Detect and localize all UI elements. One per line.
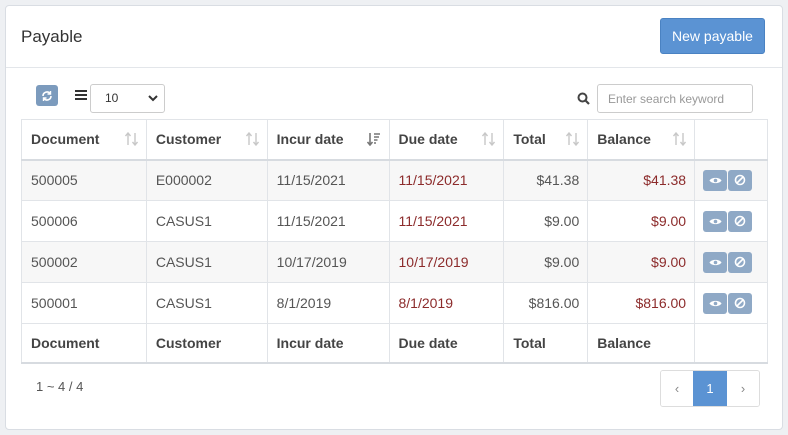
sort-icon <box>566 132 580 146</box>
refresh-icon <box>42 90 52 101</box>
table-row: 500005 E000002 11/15/2021 11/15/2021 $41… <box>21 159 768 201</box>
payable-panel: Payable New payable 10 Document Customer… <box>5 5 783 430</box>
table-row: 500002 CASUS1 10/17/2019 10/17/2019 $9.0… <box>21 241 768 283</box>
view-button[interactable] <box>703 251 728 273</box>
cell-customer: CASUS1 <box>145 241 268 283</box>
eye-icon <box>709 259 722 265</box>
cell-document: 500005 <box>21 159 147 201</box>
cell-due-date: 11/15/2021 <box>388 159 505 201</box>
page-button-1[interactable]: 1 <box>693 371 727 406</box>
column-header-total[interactable]: Total <box>503 119 589 161</box>
footer-customer: Customer <box>145 323 268 364</box>
list-icon <box>75 90 87 100</box>
cell-incur-date: 11/15/2021 <box>266 159 390 201</box>
refresh-button[interactable] <box>36 85 58 106</box>
cell-document: 500001 <box>21 282 147 324</box>
cell-customer: E000002 <box>145 159 268 201</box>
cell-due-date: 11/15/2021 <box>388 200 505 242</box>
page-size-select[interactable]: 10 <box>90 84 165 113</box>
sort-icon <box>482 132 496 146</box>
column-header-document[interactable]: Document <box>21 119 147 161</box>
footer-total: Total <box>503 323 589 364</box>
cell-customer: CASUS1 <box>145 282 268 324</box>
page-size-value: 10 <box>105 91 119 105</box>
column-header-actions <box>694 119 768 161</box>
search-icon <box>577 92 590 105</box>
cell-actions <box>694 159 768 201</box>
cell-incur-date: 10/17/2019 <box>266 241 390 283</box>
cancel-button[interactable] <box>728 251 753 273</box>
cell-balance: $41.38 <box>587 159 696 201</box>
cancel-button[interactable] <box>728 292 753 314</box>
sort-icon <box>124 132 138 146</box>
payable-table: Document Customer Incur date Due date To… <box>21 119 768 364</box>
new-payable-button[interactable]: New payable <box>660 18 765 54</box>
chevron-down-icon <box>148 95 158 102</box>
pagination: ‹ 1 › <box>660 370 760 407</box>
column-header-customer[interactable]: Customer <box>145 119 268 161</box>
ban-icon <box>734 174 746 186</box>
cell-total: $816.00 <box>503 282 589 324</box>
view-button[interactable] <box>703 210 728 232</box>
cell-document: 500002 <box>21 241 147 283</box>
ban-icon <box>734 215 746 227</box>
table-toolbar: 10 <box>6 68 782 118</box>
footer-incur-date: Incur date <box>266 323 390 364</box>
view-button[interactable] <box>703 169 728 191</box>
cell-customer: CASUS1 <box>145 200 268 242</box>
cell-due-date: 8/1/2019 <box>388 282 505 324</box>
cell-total: $41.38 <box>503 159 589 201</box>
footer-balance: Balance <box>587 323 696 364</box>
sort-desc-icon <box>366 133 380 146</box>
view-button[interactable] <box>703 292 728 314</box>
cell-total: $9.00 <box>503 200 589 242</box>
table-header-row: Document Customer Incur date Due date To… <box>21 119 768 161</box>
next-page-button[interactable]: › <box>727 371 759 406</box>
footer-due-date: Due date <box>388 323 505 364</box>
cell-actions <box>694 282 768 324</box>
cell-incur-date: 11/15/2021 <box>266 200 390 242</box>
cell-balance: $9.00 <box>587 200 696 242</box>
cell-balance: $9.00 <box>587 241 696 283</box>
ban-icon <box>734 297 746 309</box>
search-input[interactable] <box>597 84 753 113</box>
record-count: 1 ~ 4 / 4 <box>36 379 84 394</box>
footer-document: Document <box>21 323 147 364</box>
cell-actions <box>694 241 768 283</box>
column-header-incur-date[interactable]: Incur date <box>266 119 390 161</box>
cancel-button[interactable] <box>728 169 753 191</box>
eye-icon <box>709 177 722 183</box>
cell-document: 500006 <box>21 200 147 242</box>
column-header-due-date[interactable]: Due date <box>388 119 505 161</box>
prev-page-button[interactable]: ‹ <box>661 371 693 406</box>
table-row: 500006 CASUS1 11/15/2021 11/15/2021 $9.0… <box>21 200 768 242</box>
column-header-balance[interactable]: Balance <box>587 119 696 161</box>
cell-incur-date: 8/1/2019 <box>266 282 390 324</box>
table-footer-row: Document Customer Incur date Due date To… <box>21 323 768 364</box>
eye-icon <box>709 300 722 306</box>
table-row: 500001 CASUS1 8/1/2019 8/1/2019 $816.00 … <box>21 282 768 324</box>
footer-actions <box>694 323 768 364</box>
cell-balance: $816.00 <box>587 282 696 324</box>
panel-header: Payable New payable <box>6 6 782 68</box>
cell-due-date: 10/17/2019 <box>388 241 505 283</box>
ban-icon <box>734 256 746 268</box>
page-title: Payable <box>21 27 83 46</box>
sort-icon <box>245 132 259 146</box>
cancel-button[interactable] <box>728 210 753 232</box>
cell-total: $9.00 <box>503 241 589 283</box>
sort-icon <box>673 132 687 146</box>
cell-actions <box>694 200 768 242</box>
eye-icon <box>709 218 722 224</box>
